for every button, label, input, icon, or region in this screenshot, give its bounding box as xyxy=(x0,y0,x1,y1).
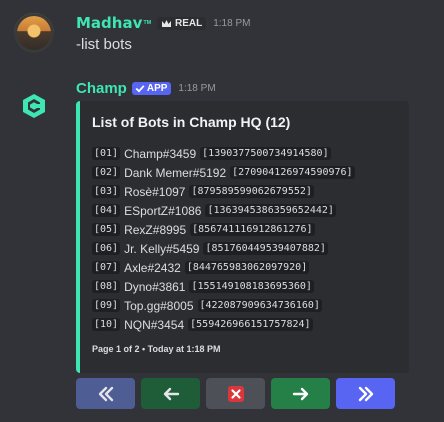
row-index: [06] xyxy=(92,242,121,255)
message-header: Madhav ᵀᴹ REAL 1:18 PM xyxy=(76,14,250,32)
row-index: [05] xyxy=(92,223,121,236)
list-item: [07] Axle#2432 [844765983062097920] xyxy=(92,258,355,277)
row-index: [03] xyxy=(92,185,121,198)
bot-name: Dyno#3861 xyxy=(124,279,186,294)
real-tag-label: REAL xyxy=(174,17,203,29)
bot-avatar[interactable] xyxy=(14,86,54,126)
bot-id: [1390377500734914580] xyxy=(200,147,331,160)
crown-icon xyxy=(161,19,171,27)
embed-footer: Page 1 of 2 • Today at 1:18 PM xyxy=(92,344,221,354)
timestamp: 1:18 PM xyxy=(178,83,216,94)
bot-name: ESportZ#1086 xyxy=(124,203,202,218)
bot-list: [01] Champ#3459 [1390377500734914580] [02]… xyxy=(92,144,355,334)
username[interactable]: Champ xyxy=(76,80,127,97)
list-item: [03] Rosè#1097 [879589599062679552] xyxy=(92,182,355,201)
bot-id: [851760449539407882] xyxy=(203,242,328,255)
arrow-right-icon xyxy=(292,387,308,400)
list-item: [05] RexZ#8995 [856741116912861276] xyxy=(92,220,355,239)
previous-page-button[interactable] xyxy=(141,378,200,409)
list-item: [04] ESportZ#1086 [1363945386359652442] xyxy=(92,201,355,220)
double-chevron-left-icon xyxy=(98,386,113,401)
username-superscript: ᵀᴹ xyxy=(143,18,151,28)
check-icon xyxy=(135,85,145,93)
list-item: [02] Dank Memer#5192 [270904126974590976] xyxy=(92,163,355,182)
list-item: [09] Top.gg#8005 [422087909634736160] xyxy=(92,296,355,315)
bot-id: [422087909634736160] xyxy=(197,299,322,312)
embed: List of Bots in Champ HQ (12) [01] Champ#… xyxy=(76,101,409,373)
bot-id: [1363945386359652442] xyxy=(205,204,336,217)
bot-id: [155149108183695360] xyxy=(189,280,314,293)
bot-id: [844765983062097920] xyxy=(184,261,310,274)
bot-name: Top.gg#8005 xyxy=(124,298,194,313)
bot-name: Jr. Kelly#5459 xyxy=(124,241,200,256)
embed-title: List of Bots in Champ HQ (12) xyxy=(92,114,291,130)
row-index: [09] xyxy=(92,299,121,312)
row-index: [01] xyxy=(92,147,121,160)
arrow-left-icon xyxy=(163,387,179,400)
list-item: [01] Champ#3459 [1390377500734914580] xyxy=(92,144,355,163)
timestamp: 1:18 PM xyxy=(213,17,251,29)
bot-name: NQN#3454 xyxy=(124,317,185,332)
bot-name: RexZ#8995 xyxy=(124,222,187,237)
list-item: [06] Jr. Kelly#5459 [851760449539407882] xyxy=(92,239,355,258)
row-index: [08] xyxy=(92,280,121,293)
pagination-buttons xyxy=(76,378,395,409)
champ-logo-icon xyxy=(23,94,45,118)
last-page-button[interactable] xyxy=(336,378,395,409)
message-header: Champ APP 1:18 PM xyxy=(76,80,216,97)
app-tag-label: APP xyxy=(146,83,168,94)
avatar[interactable] xyxy=(14,13,54,53)
bot-name: Champ#3459 xyxy=(124,146,197,161)
close-icon xyxy=(227,385,244,402)
message-content: -list bots xyxy=(76,36,132,53)
bot-name: Rosè#1097 xyxy=(124,184,186,199)
bot-name: Dank Memer#5192 xyxy=(124,165,227,180)
bot-id: [856741116912861276] xyxy=(190,223,315,236)
row-index: [02] xyxy=(92,166,121,179)
bot-id: [270904126974590976] xyxy=(230,166,355,179)
username[interactable]: Madhav xyxy=(76,14,142,32)
bot-name: Axle#2432 xyxy=(124,260,181,275)
double-chevron-right-icon xyxy=(358,386,373,401)
bot-id: [559426966151757824] xyxy=(188,318,313,331)
app-tag[interactable]: APP xyxy=(131,82,172,95)
row-index: [07] xyxy=(92,261,121,274)
row-index: [10] xyxy=(92,318,121,331)
row-index: [04] xyxy=(92,204,121,217)
real-tag[interactable]: REAL xyxy=(156,16,207,30)
next-page-button[interactable] xyxy=(271,378,330,409)
list-item: [08] Dyno#3861 [155149108183695360] xyxy=(92,277,355,296)
close-button[interactable] xyxy=(206,378,265,409)
first-page-button[interactable] xyxy=(76,378,135,409)
bot-id: [879589599062679552] xyxy=(189,185,314,198)
list-item: [10] NQN#3454 [559426966151757824] xyxy=(92,315,355,334)
